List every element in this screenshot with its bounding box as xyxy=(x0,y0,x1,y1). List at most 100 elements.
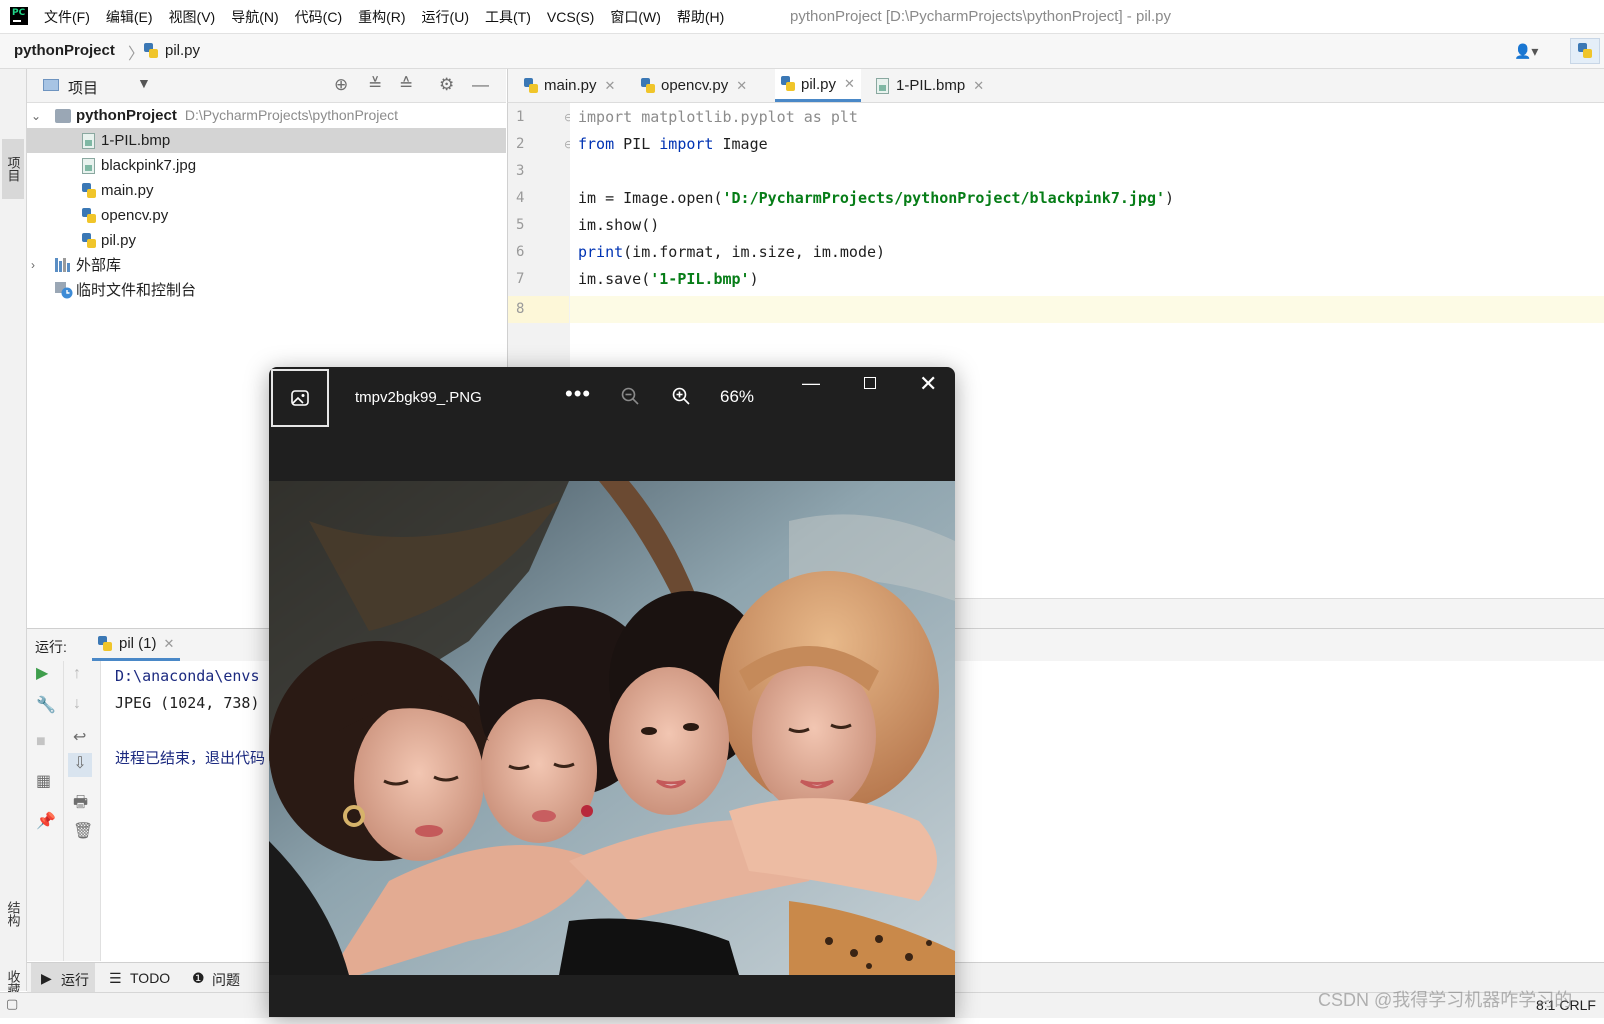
tab-label: 1-PIL.bmp xyxy=(896,77,966,94)
menu-window[interactable]: 窗口(W) xyxy=(602,7,669,27)
problems-tool-button[interactable]: 问题 xyxy=(212,970,240,990)
menu-tools[interactable]: 工具(T) xyxy=(477,7,539,27)
tool-tab-project[interactable]: 项目 xyxy=(2,139,24,199)
expand-all-icon[interactable]: ≚ xyxy=(368,75,382,95)
scroll-to-end-icon[interactable]: ⇩ xyxy=(68,753,92,777)
close-icon[interactable]: ✕ xyxy=(605,78,616,94)
code-text: im = Image.open( xyxy=(578,189,723,207)
menu-view[interactable]: 视图(V) xyxy=(161,7,224,27)
tab-main-py[interactable]: main.py ✕ xyxy=(524,69,615,102)
file-name: pil.py xyxy=(101,232,137,249)
pin-icon[interactable]: 📌 xyxy=(36,811,56,831)
file-name: blackpink7.jpg xyxy=(101,157,197,174)
run-tab[interactable]: pil (1) ✕ xyxy=(92,629,181,661)
menu-refactor[interactable]: 重构(R) xyxy=(350,7,413,27)
tab-label: pil.py xyxy=(801,75,837,93)
code-line-2: from PIL import Image xyxy=(578,135,768,153)
tab-opencv-py[interactable]: opencv.py ✕ xyxy=(641,69,747,102)
close-icon[interactable]: ✕ xyxy=(844,76,855,92)
line-number: 1 xyxy=(516,109,525,125)
tree-item-external-libs[interactable]: › 外部库 xyxy=(27,252,506,277)
menu-vcs[interactable]: VCS(S) xyxy=(539,9,602,25)
run-tool-label: 运行 xyxy=(61,972,89,988)
tree-item-main[interactable]: main.py xyxy=(27,178,506,203)
chevron-down-icon[interactable]: ⌄ xyxy=(31,109,41,123)
line-number: 3 xyxy=(516,163,525,179)
tree-item-bmp[interactable]: 1-PIL.bmp xyxy=(27,128,506,153)
photos-app-icon[interactable] xyxy=(271,369,329,427)
zoom-in-icon[interactable] xyxy=(671,386,691,411)
layout-icon[interactable]: ▦ xyxy=(36,771,51,791)
tab-label: opencv.py xyxy=(661,77,729,94)
locate-file-icon[interactable]: ⊕ xyxy=(334,75,348,95)
breadcrumb-separator: 〉 xyxy=(128,46,145,63)
todo-tool-button[interactable]: TODO xyxy=(130,970,170,986)
menu-help[interactable]: 帮助(H) xyxy=(669,7,732,27)
arrow-down-icon[interactable]: ↓ xyxy=(73,695,81,713)
tree-root[interactable]: ⌄ pythonProject D:\PycharmProjects\python… xyxy=(27,103,506,128)
collapse-all-icon[interactable]: ≙ xyxy=(399,75,413,95)
menu-edit[interactable]: 编辑(E) xyxy=(98,7,161,27)
tree-item-scratches[interactable]: 临时文件和控制台 xyxy=(27,277,506,302)
line-number: 6 xyxy=(516,244,525,260)
project-panel-title[interactable]: 项目 xyxy=(68,77,98,98)
zoom-out-icon[interactable] xyxy=(620,386,640,411)
menu-code[interactable]: 代码(C) xyxy=(287,7,350,27)
zoom-level[interactable]: 66% xyxy=(720,387,754,407)
menu-navigate[interactable]: 导航(N) xyxy=(223,7,286,27)
code-text: (im.format, im.size, im.mode) xyxy=(623,243,886,261)
close-icon[interactable]: ✕ xyxy=(919,371,937,397)
project-panel-header: 项目 ▼ ⊕ ≚ ≙ ⚙ — xyxy=(27,69,506,103)
code-line-1: import matplotlib.pyplot as plt xyxy=(578,108,858,126)
tool-tab-structure[interactable]: 结构 xyxy=(2,884,24,944)
tree-item-pil[interactable]: pil.py xyxy=(27,228,506,253)
breadcrumb-project[interactable]: pythonProject xyxy=(14,42,115,59)
minimize-icon[interactable]: — xyxy=(802,373,820,394)
stop-icon[interactable]: ■ xyxy=(36,733,46,751)
main-menu: 文件(F) 编辑(E) 视图(V) 导航(N) 代码(C) 重构(R) 运行(U… xyxy=(36,0,732,33)
user-account-icon[interactable]: 👤▾ xyxy=(1514,43,1538,60)
run-tool-button[interactable]: ▶ 运行 xyxy=(31,963,95,993)
code-text: PIL xyxy=(614,135,660,153)
gear-icon[interactable]: ⚙ xyxy=(439,75,454,95)
current-line-highlight xyxy=(570,296,1604,323)
tab-label: main.py xyxy=(544,77,597,94)
code-line-5: im.show() xyxy=(578,216,660,234)
close-icon[interactable]: ✕ xyxy=(736,78,747,94)
tab-pil-py[interactable]: pil.py ✕ xyxy=(775,69,861,102)
chevron-right-icon[interactable]: › xyxy=(31,258,35,272)
todo-icon: ☰ xyxy=(109,970,122,986)
chevron-down-icon[interactable]: ▼ xyxy=(137,75,151,91)
photo-image xyxy=(269,481,955,975)
arrow-up-icon[interactable]: ↑ xyxy=(73,665,81,683)
more-options-icon[interactable]: ••• xyxy=(565,381,591,407)
displayed-photo[interactable] xyxy=(269,481,955,975)
close-icon[interactable]: ✕ xyxy=(973,78,984,94)
tree-item-jpg[interactable]: blackpink7.jpg xyxy=(27,153,506,178)
current-line-gutter: 8 xyxy=(508,296,569,323)
close-icon[interactable]: ✕ xyxy=(164,636,175,652)
breadcrumb-file[interactable]: pil.py xyxy=(165,42,200,59)
menu-file[interactable]: 文件(F) xyxy=(36,7,98,27)
trash-icon[interactable]: 🗑 xyxy=(73,821,93,841)
python-interpreter-button[interactable] xyxy=(1570,38,1600,64)
scratches-icon xyxy=(55,281,73,299)
tree-item-opencv[interactable]: opencv.py xyxy=(27,203,506,228)
console-line: JPEG (1024, 738) xyxy=(115,694,260,712)
run-toolbar-primary: ▶ 🔧 ■ ▦ 📌 xyxy=(27,661,64,961)
rerun-icon[interactable]: ▶ xyxy=(36,663,48,683)
layout-toggle-icon[interactable]: ▢ xyxy=(6,996,18,1012)
hide-panel-icon[interactable]: — xyxy=(472,75,489,95)
string-literal: 'D:/PycharmProjects/pythonProject/blackp… xyxy=(722,189,1166,207)
tab-bmp[interactable]: 1-PIL.bmp ✕ xyxy=(876,69,984,102)
soft-wrap-icon[interactable]: ↩ xyxy=(73,727,86,747)
menu-run[interactable]: 运行(U) xyxy=(414,7,477,27)
code-text: ) xyxy=(1165,189,1175,207)
maximize-icon[interactable] xyxy=(864,377,876,389)
print-icon[interactable]: 🖶 xyxy=(73,791,88,818)
keyword: as xyxy=(803,108,822,126)
code-line-4: im = Image.open('D:/PycharmProjects/pyth… xyxy=(578,189,1174,207)
play-icon: ▶ xyxy=(41,970,52,986)
wrench-icon[interactable]: 🔧 xyxy=(36,695,56,715)
python-file-icon xyxy=(781,76,796,92)
